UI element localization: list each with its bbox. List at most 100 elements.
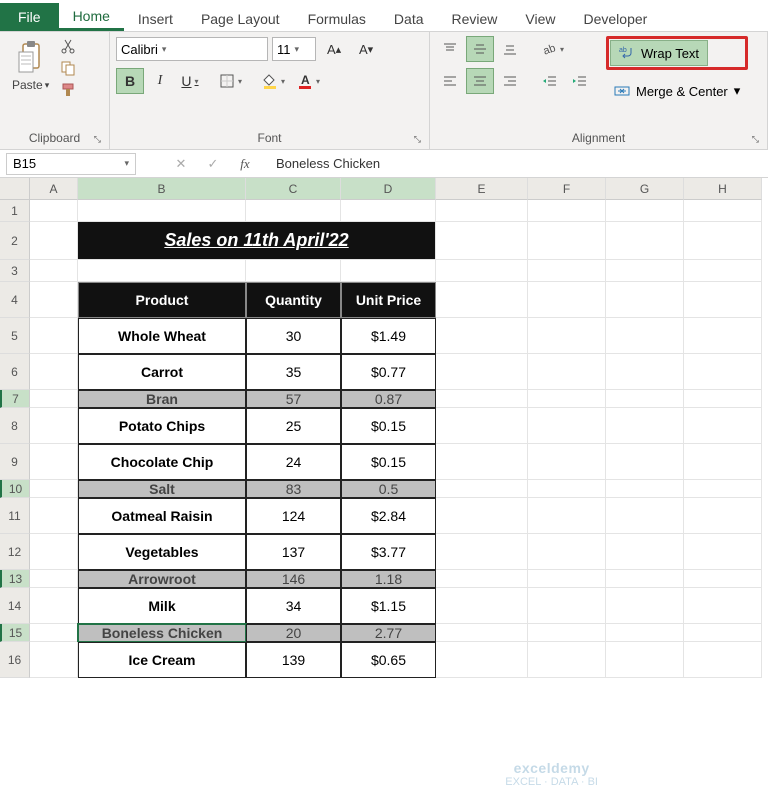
cell[interactable] bbox=[528, 200, 606, 222]
cell[interactable] bbox=[528, 282, 606, 318]
table-cell[interactable]: 57 bbox=[246, 390, 341, 408]
table-cell[interactable]: 35 bbox=[246, 354, 341, 390]
tab-review[interactable]: Review bbox=[438, 5, 512, 31]
cell[interactable] bbox=[528, 642, 606, 678]
table-cell[interactable]: $2.84 bbox=[341, 498, 436, 534]
cell[interactable] bbox=[528, 444, 606, 480]
cell[interactable] bbox=[528, 498, 606, 534]
cell[interactable] bbox=[436, 642, 528, 678]
font-name-combo[interactable]: Calibri▾ bbox=[116, 37, 268, 61]
cell[interactable] bbox=[30, 200, 78, 222]
table-cell[interactable]: 124 bbox=[246, 498, 341, 534]
row-header[interactable]: 12 bbox=[0, 534, 30, 570]
table-cell[interactable]: Ice Cream bbox=[78, 642, 246, 678]
row-header[interactable]: 3 bbox=[0, 260, 30, 282]
row-header[interactable]: 16 bbox=[0, 642, 30, 678]
align-top-button[interactable] bbox=[436, 36, 464, 62]
col-header[interactable]: C bbox=[246, 178, 341, 200]
cell[interactable] bbox=[436, 200, 528, 222]
cell[interactable] bbox=[528, 222, 606, 260]
align-left-button[interactable] bbox=[436, 68, 464, 94]
cell[interactable] bbox=[436, 480, 528, 498]
cell[interactable] bbox=[684, 642, 762, 678]
align-bottom-button[interactable] bbox=[496, 36, 524, 62]
cell[interactable] bbox=[30, 480, 78, 498]
cell[interactable] bbox=[30, 444, 78, 480]
table-cell[interactable]: 146 bbox=[246, 570, 341, 588]
cell[interactable] bbox=[436, 282, 528, 318]
borders-button[interactable]: ▾ bbox=[214, 68, 247, 94]
table-cell[interactable]: 30 bbox=[246, 318, 341, 354]
row-header[interactable]: 10 bbox=[0, 480, 30, 498]
copy-icon[interactable] bbox=[59, 60, 77, 76]
merge-center-button[interactable]: Merge & Center ▾ bbox=[606, 78, 748, 104]
shrink-font-button[interactable]: A▾ bbox=[352, 36, 380, 62]
table-cell[interactable]: Arrowroot bbox=[78, 570, 246, 588]
col-header[interactable]: G bbox=[606, 178, 684, 200]
clipboard-launcher-icon[interactable]: ⤡ bbox=[94, 134, 101, 145]
paste-button[interactable]: Paste▾ bbox=[6, 36, 55, 96]
table-cell[interactable]: 1.18 bbox=[341, 570, 436, 588]
row-header[interactable]: 6 bbox=[0, 354, 30, 390]
table-cell[interactable]: Milk bbox=[78, 588, 246, 624]
orientation-button[interactable]: ab▾ bbox=[536, 36, 569, 62]
cell[interactable] bbox=[528, 318, 606, 354]
row-header[interactable]: 11 bbox=[0, 498, 30, 534]
table-cell[interactable]: Oatmeal Raisin bbox=[78, 498, 246, 534]
alignment-launcher-icon[interactable]: ⤡ bbox=[752, 134, 759, 145]
row-header[interactable]: 5 bbox=[0, 318, 30, 354]
cell[interactable] bbox=[436, 534, 528, 570]
cell[interactable] bbox=[30, 624, 78, 642]
cell[interactable] bbox=[78, 200, 246, 222]
align-right-button[interactable] bbox=[496, 68, 524, 94]
cell[interactable] bbox=[436, 408, 528, 444]
cancel-formula-button[interactable]: ✕ bbox=[170, 156, 192, 172]
tab-home[interactable]: Home bbox=[59, 2, 124, 31]
table-cell[interactable]: 24 bbox=[246, 444, 341, 480]
table-cell[interactable]: 139 bbox=[246, 642, 341, 678]
table-header[interactable]: Product bbox=[78, 282, 246, 318]
cell[interactable] bbox=[30, 570, 78, 588]
table-cell[interactable]: $0.77 bbox=[341, 354, 436, 390]
row-header[interactable]: 7 bbox=[0, 390, 30, 408]
tab-page-layout[interactable]: Page Layout bbox=[187, 5, 294, 31]
table-cell[interactable]: 25 bbox=[246, 408, 341, 444]
cell[interactable] bbox=[30, 408, 78, 444]
cell[interactable] bbox=[30, 222, 78, 260]
cell[interactable] bbox=[78, 260, 246, 282]
name-box[interactable]: B15▾ bbox=[6, 153, 136, 175]
cell[interactable] bbox=[30, 318, 78, 354]
cell[interactable] bbox=[528, 408, 606, 444]
cell[interactable] bbox=[684, 480, 762, 498]
cell[interactable] bbox=[684, 390, 762, 408]
cell[interactable] bbox=[606, 588, 684, 624]
col-header[interactable]: F bbox=[528, 178, 606, 200]
table-cell[interactable]: 2.77 bbox=[341, 624, 436, 642]
row-header[interactable]: 14 bbox=[0, 588, 30, 624]
row-header[interactable]: 1 bbox=[0, 200, 30, 222]
cell[interactable] bbox=[246, 200, 341, 222]
tab-view[interactable]: View bbox=[511, 5, 569, 31]
font-size-combo[interactable]: 11▾ bbox=[272, 37, 316, 61]
tab-developer[interactable]: Developer bbox=[570, 5, 662, 31]
cell[interactable] bbox=[684, 498, 762, 534]
cell[interactable] bbox=[684, 200, 762, 222]
grow-font-button[interactable]: A▴ bbox=[320, 36, 348, 62]
cell[interactable] bbox=[30, 534, 78, 570]
cell[interactable] bbox=[606, 408, 684, 444]
cell[interactable] bbox=[30, 588, 78, 624]
cell[interactable] bbox=[436, 570, 528, 588]
cell[interactable] bbox=[606, 624, 684, 642]
table-cell[interactable]: $0.65 bbox=[341, 642, 436, 678]
font-launcher-icon[interactable]: ⤡ bbox=[414, 134, 421, 145]
col-header[interactable]: E bbox=[436, 178, 528, 200]
row-header[interactable]: 8 bbox=[0, 408, 30, 444]
fx-icon[interactable]: fx bbox=[234, 156, 256, 172]
cell[interactable] bbox=[606, 480, 684, 498]
tab-data[interactable]: Data bbox=[380, 5, 438, 31]
cell[interactable] bbox=[30, 390, 78, 408]
table-header[interactable]: Quantity bbox=[246, 282, 341, 318]
cell[interactable] bbox=[606, 444, 684, 480]
table-cell[interactable]: Salt bbox=[78, 480, 246, 498]
cell[interactable] bbox=[436, 354, 528, 390]
